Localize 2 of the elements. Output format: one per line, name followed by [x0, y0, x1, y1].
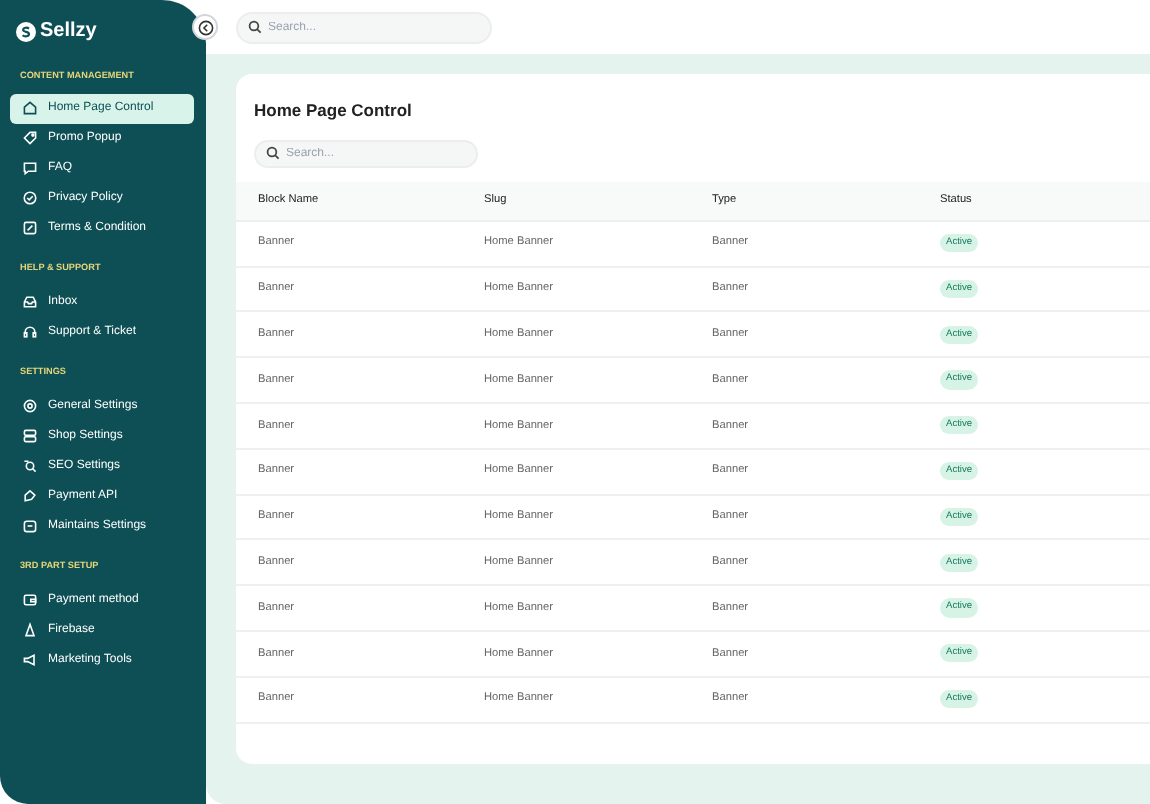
logo-text: Sellzy [40, 18, 97, 46]
panel-title: Home Page Control [252, 98, 414, 124]
